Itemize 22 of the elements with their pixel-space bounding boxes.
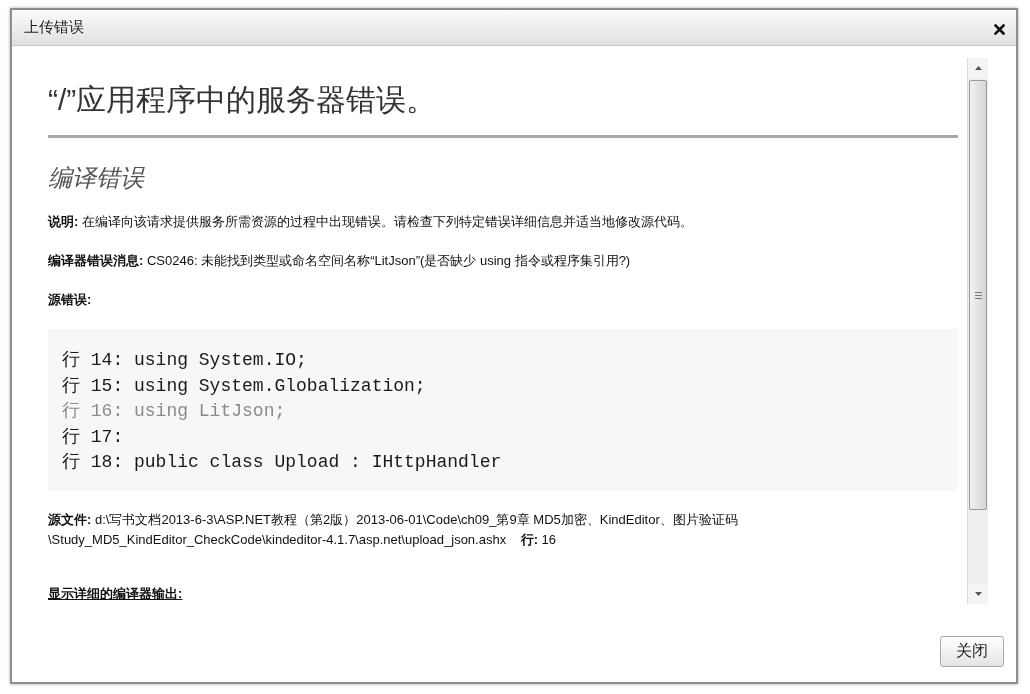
code-line: 行 17: [62,425,124,449]
up-arrow-icon [974,66,982,70]
dialog-title: 上传错误 [24,18,84,37]
code-line: 行 14: using System.IO; [62,349,307,372]
error-detail: 编译器错误消息: CS0246: 未能找到类型或命名空间名称“LitJson”(是否缺少 using 指令或程序集引用?) [48,252,632,270]
down-arrow-icon [974,592,982,596]
error-detail: 说明: 在编译向该请求提供服务所需资源的过程中出现错误。请检查下列特定错误详细信息并适当地修改源代码。 [48,213,694,231]
code-line: 行 15: using System.Globalization; [62,374,426,398]
close-dialog-button[interactable]: 关闭 [940,636,1004,667]
code-line: 行 18: public class Upload : IHttpHandler [62,451,502,474]
grip-icon [974,291,982,299]
close-icon [994,24,1005,35]
scroll-up-button[interactable] [968,58,988,78]
close-button[interactable] [992,22,1007,37]
compiler-output-link[interactable]: 显示详细的编译器输出: [48,585,183,601]
error-heading: “/”应用程序中的服务器错误。 [48,82,438,118]
source-file-info: 源文件: d:\写书文档2013-6-3\ASP.NET教程（第2版）2013-06-01\Code\ch09_第9章 MD5加密、KindEditor、图片验证码\Study_MD5_KindEditor_CheckCode\kindeditor-4.1.7\asp.net\upload_json.ashx 行: 16 [48,510,739,549]
scroll-down-button[interactable] [968,584,988,604]
error-subheading: 编译错误 [48,163,146,193]
scrollbar-thumb[interactable] [969,80,987,510]
source-error-label: 源错误: [48,291,93,309]
code-line: 行 16: using LitJson; [62,400,286,423]
